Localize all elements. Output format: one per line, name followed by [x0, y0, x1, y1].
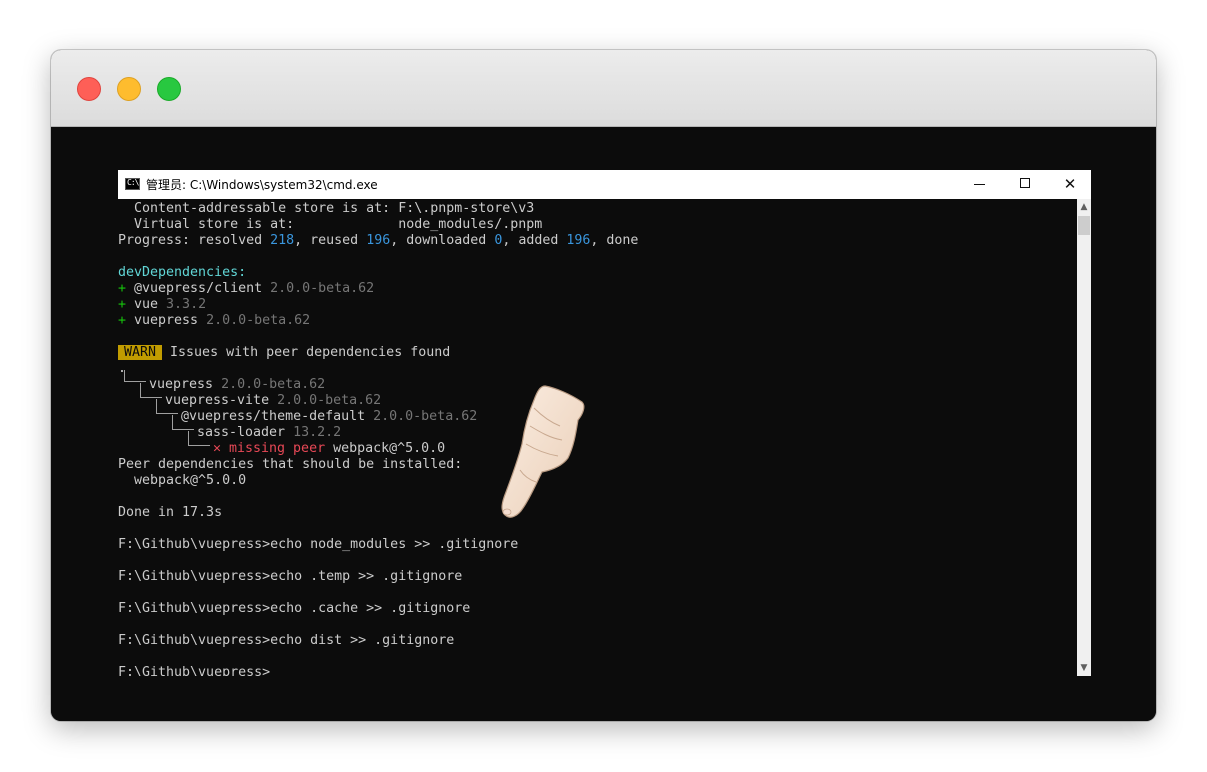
warn-line: WARN Issues with peer dependencies found	[118, 345, 450, 361]
tree-connector	[124, 370, 125, 381]
tree-connector	[172, 429, 194, 430]
progress-text: , done	[590, 233, 639, 248]
dev-dependencies-header: devDependencies:	[118, 265, 247, 280]
tree-node-name: sass-loader	[197, 425, 294, 440]
progress-text: , added	[502, 233, 567, 248]
missing-peer-line: ✕ missing peer webpack@^5.0.0	[213, 441, 445, 457]
reused-count: 196	[366, 233, 391, 248]
warn-text: Issues with peer dependencies found	[162, 345, 451, 360]
tree-node-version: 2.0.0-beta.62	[373, 409, 478, 424]
maximize-icon	[1020, 178, 1030, 188]
minimize-icon	[974, 184, 985, 185]
done-line: Done in 17.3s	[118, 505, 223, 520]
mac-titlebar	[51, 50, 1156, 127]
close-button[interactable]: ✕	[1047, 170, 1093, 199]
tree-node: @vuepress/theme-default 2.0.0-beta.62	[181, 409, 477, 425]
tree-connector	[172, 415, 173, 429]
command-line: F:\Github\vuepress>echo node_modules >> …	[118, 537, 519, 552]
dev-dependency-line: + vuepress 2.0.0-beta.62	[118, 313, 310, 329]
store-path-line: Content-addressable store is at: F:\.pnp…	[118, 201, 535, 216]
progress-line: Progress: resolved 218, reused 196, down…	[118, 233, 638, 249]
pointing-hand-icon	[501, 385, 585, 518]
close-traffic-light-button[interactable]	[77, 77, 101, 101]
cmd-titlebar[interactable]: C:\ 管理员: C:\Windows\system32\cmd.exe ✕	[118, 170, 1091, 199]
dependency-name: @vuepress/client	[134, 281, 271, 296]
command-line: F:\Github\vuepress>echo .cache >> .gitig…	[118, 601, 471, 616]
minimize-button[interactable]	[957, 170, 1003, 199]
resolved-count: 218	[270, 233, 295, 248]
zoom-traffic-light-button[interactable]	[157, 77, 181, 101]
close-icon: ✕	[1063, 175, 1077, 193]
tree-node: sass-loader 13.2.2	[197, 425, 341, 441]
peer-dependency-item: webpack@^5.0.0	[118, 473, 247, 488]
tree-node-name: vuepress-vite	[165, 393, 278, 408]
tree-node: vuepress-vite 2.0.0-beta.62	[165, 393, 381, 409]
cmd-app-icon[interactable]: C:\	[125, 178, 140, 190]
progress-text: , downloaded	[390, 233, 495, 248]
tree-connector	[140, 383, 141, 397]
command-line: F:\Github\vuepress>echo dist >> .gitigno…	[118, 633, 455, 648]
dependency-version: 2.0.0-beta.62	[206, 313, 311, 328]
maximize-button[interactable]	[1002, 170, 1048, 199]
added-count: 196	[566, 233, 591, 248]
missing-peer-marker: ✕ missing peer	[213, 441, 334, 456]
tree-connector	[156, 413, 178, 414]
peer-dependencies-header: Peer dependencies that should be install…	[118, 457, 463, 472]
scroll-down-icon[interactable]: ▼	[1077, 660, 1091, 676]
vertical-scrollbar[interactable]: ▲ ▼	[1077, 199, 1091, 676]
tree-node-name: vuepress	[149, 377, 222, 392]
scroll-thumb[interactable]	[1078, 216, 1090, 235]
tree-node: vuepress 2.0.0-beta.62	[149, 377, 325, 393]
tree-connector	[188, 431, 189, 445]
progress-text: Progress: resolved	[118, 233, 271, 248]
progress-text: , reused	[294, 233, 367, 248]
command-line: F:\Github\vuepress>echo .temp >> .gitign…	[118, 569, 463, 584]
dependency-version: 3.3.2	[166, 297, 207, 312]
tree-connector	[140, 397, 162, 398]
warn-badge: WARN	[118, 345, 163, 360]
tree-node-version: 13.2.2	[293, 425, 342, 440]
tree-connector	[156, 399, 157, 413]
virtual-store-line: Virtual store is at: node_modules/.pnpm	[118, 217, 543, 232]
tree-node-version: 2.0.0-beta.62	[277, 393, 382, 408]
plus-marker: +	[118, 281, 135, 296]
missing-peer-package: webpack@^5.0.0	[333, 441, 446, 456]
tree-connector	[188, 445, 210, 446]
tree-connector	[124, 381, 146, 382]
cmd-window: C:\ 管理员: C:\Windows\system32\cmd.exe ✕ C…	[118, 170, 1091, 676]
tree-node-name: @vuepress/theme-default	[181, 409, 374, 424]
dependency-name: vue	[134, 297, 167, 312]
console-output[interactable]: Content-addressable store is at: F:\.pnp…	[118, 199, 1077, 676]
plus-marker: +	[118, 297, 135, 312]
dependency-name: vuepress	[134, 313, 207, 328]
minimize-traffic-light-button[interactable]	[117, 77, 141, 101]
plus-marker: +	[118, 313, 135, 328]
tree-node-version: 2.0.0-beta.62	[221, 377, 326, 392]
dependency-version: 2.0.0-beta.62	[270, 281, 375, 296]
dev-dependency-line: + @vuepress/client 2.0.0-beta.62	[118, 281, 374, 297]
dev-dependency-line: + vue 3.3.2	[118, 297, 206, 313]
scroll-up-icon[interactable]: ▲	[1077, 199, 1091, 215]
cmd-window-title: 管理员: C:\Windows\system32\cmd.exe	[146, 178, 378, 192]
prompt-line[interactable]: F:\Github\vuepress>_	[118, 665, 278, 676]
